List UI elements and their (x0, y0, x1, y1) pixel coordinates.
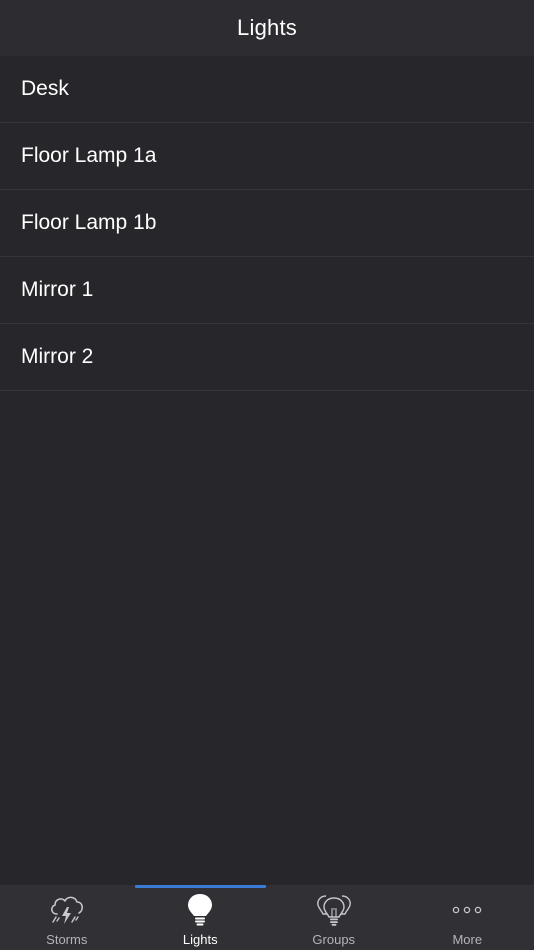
light-row-desk[interactable]: Desk (0, 56, 534, 123)
bulb-group-icon (314, 890, 354, 930)
more-dots-icon (447, 890, 487, 930)
light-label: Mirror 1 (21, 278, 94, 301)
light-label: Floor Lamp 1a (21, 144, 157, 167)
tab-groups[interactable]: Groups (267, 885, 401, 950)
light-row-floor-lamp-1a[interactable]: Floor Lamp 1a (0, 123, 534, 190)
light-label: Floor Lamp 1b (21, 211, 157, 234)
lights-list: Desk Floor Lamp 1a Floor Lamp 1b Mirror … (0, 56, 534, 391)
tab-storms[interactable]: Storms (0, 885, 134, 950)
tab-label: Storms (46, 932, 88, 947)
page-title: Lights (237, 15, 297, 40)
tab-more[interactable]: More (401, 885, 534, 950)
storm-cloud-icon (47, 890, 87, 930)
light-row-mirror-1[interactable]: Mirror 1 (0, 257, 534, 324)
lights-screen: Lights Desk Floor Lamp 1a Floor Lamp 1b … (0, 0, 534, 950)
light-row-mirror-2[interactable]: Mirror 2 (0, 324, 534, 391)
tab-label: More (452, 932, 483, 947)
active-tab-indicator (134, 885, 266, 888)
light-label: Desk (21, 77, 69, 100)
tab-bar: Storms Lights Groups More (0, 885, 534, 950)
tab-lights[interactable]: Lights (134, 885, 268, 950)
tab-label: Lights (182, 932, 218, 947)
lightbulb-icon (180, 890, 220, 930)
tab-label: Groups (312, 932, 356, 947)
light-row-floor-lamp-1b[interactable]: Floor Lamp 1b (0, 190, 534, 257)
light-label: Mirror 2 (21, 345, 94, 368)
navigation-bar: Lights (0, 0, 534, 56)
